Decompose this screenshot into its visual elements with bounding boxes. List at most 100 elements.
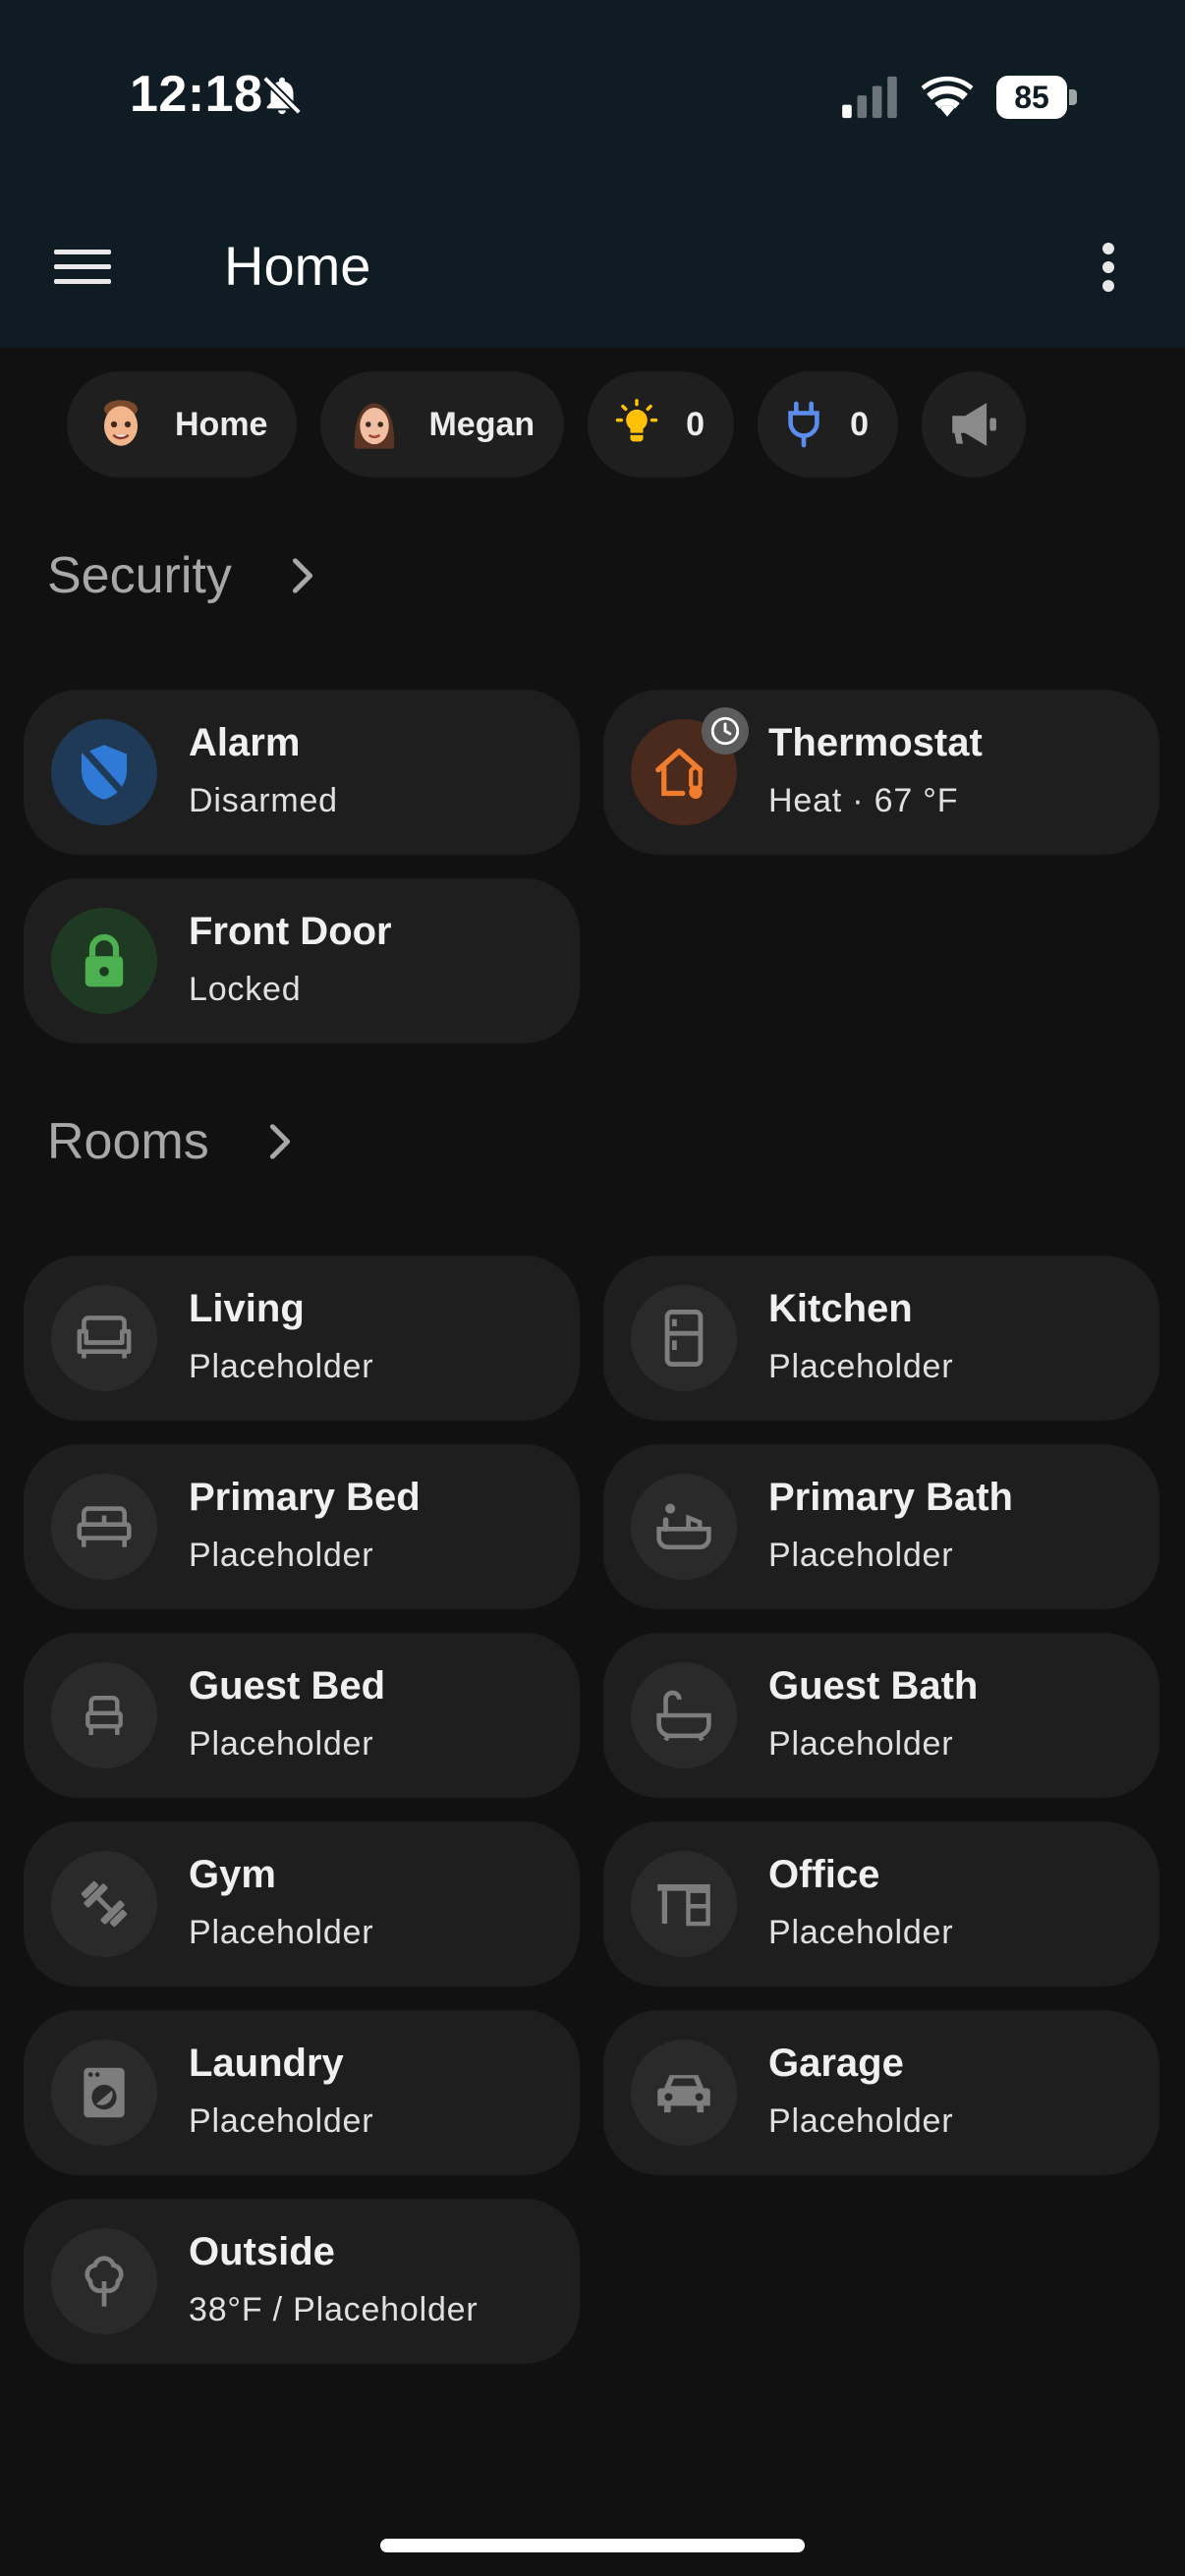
room-card-primary-bath[interactable]: Primary Bath Placeholder bbox=[603, 1444, 1159, 1609]
person-avatar-icon bbox=[344, 394, 406, 455]
lock-icon-wrap bbox=[51, 908, 157, 1014]
lights-count: 0 bbox=[686, 405, 705, 443]
bell-off-icon bbox=[262, 76, 302, 115]
chip-lights[interactable]: 0 bbox=[588, 371, 735, 477]
room-icon-wrap bbox=[51, 2228, 157, 2334]
hamburger-menu-icon bbox=[54, 250, 111, 284]
tree-icon bbox=[85, 2256, 124, 2307]
card-state: Placeholder bbox=[768, 2102, 954, 2140]
room-card-garage[interactable]: Garage Placeholder bbox=[603, 2010, 1159, 2175]
room-card-guest-bed[interactable]: Guest Bed Placeholder bbox=[24, 1633, 580, 1798]
chevron-right-icon bbox=[269, 1124, 290, 1159]
card-name: Living bbox=[189, 1287, 305, 1330]
alarm-card[interactable]: Alarm Disarmed bbox=[24, 690, 580, 855]
more-options-button[interactable] bbox=[1075, 228, 1142, 307]
chip-label: Megan bbox=[428, 405, 536, 443]
battery-level: 85 bbox=[1014, 79, 1049, 115]
room-card-outside[interactable]: Outside 38°F / Placeholder bbox=[24, 2199, 580, 2364]
bed-icon bbox=[77, 1506, 132, 1547]
card-name: Guest Bath bbox=[768, 1664, 979, 1708]
card-name: Front Door bbox=[189, 910, 392, 953]
card-name: Thermostat bbox=[768, 721, 983, 764]
card-state: Placeholder bbox=[189, 2102, 374, 2140]
plug-icon bbox=[788, 401, 819, 448]
bathtub-icon bbox=[656, 1690, 711, 1742]
car-icon bbox=[657, 2075, 710, 2113]
room-icon-wrap bbox=[631, 1285, 737, 1391]
plugs-count: 0 bbox=[850, 405, 869, 443]
card-state: Placeholder bbox=[189, 1348, 374, 1385]
chip-plugs[interactable]: 0 bbox=[758, 371, 898, 477]
room-card-kitchen[interactable]: Kitchen Placeholder bbox=[603, 1256, 1159, 1421]
sofa-icon bbox=[77, 1316, 132, 1359]
security-section-header[interactable]: Security bbox=[47, 546, 314, 605]
bathtub-person-icon bbox=[656, 1503, 711, 1550]
card-name: Alarm bbox=[189, 721, 301, 764]
room-card-gym[interactable]: Gym Placeholder bbox=[24, 1821, 580, 1987]
fridge-icon bbox=[664, 1310, 704, 1367]
room-card-office[interactable]: Office Placeholder bbox=[603, 1821, 1159, 1987]
shield-off-icon bbox=[81, 745, 128, 800]
room-card-living[interactable]: Living Placeholder bbox=[24, 1256, 580, 1421]
room-icon-wrap bbox=[51, 1474, 157, 1580]
schedule-badge bbox=[702, 707, 749, 755]
thermostat-card[interactable]: Thermostat Heat · 67 °F bbox=[603, 690, 1159, 855]
card-state: Placeholder bbox=[768, 1348, 954, 1385]
app-header: 12:18 85 Home bbox=[0, 0, 1185, 348]
lightbulb-icon bbox=[615, 399, 658, 442]
wifi-icon bbox=[921, 76, 974, 117]
card-state: Placeholder bbox=[768, 1725, 954, 1763]
card-state: Placeholder bbox=[768, 1537, 954, 1574]
home-thermometer-icon bbox=[655, 748, 704, 799]
room-icon-wrap bbox=[51, 1662, 157, 1768]
card-state: Locked bbox=[189, 971, 302, 1008]
status-time: 12:18 bbox=[130, 66, 263, 123]
room-icon-wrap bbox=[631, 1662, 737, 1768]
card-name: Primary Bath bbox=[768, 1476, 1013, 1519]
card-name: Office bbox=[768, 1853, 880, 1896]
megaphone-icon bbox=[952, 403, 996, 446]
card-state: Heat · 67 °F bbox=[768, 782, 959, 819]
status-indicators: 85 bbox=[839, 71, 1077, 124]
home-indicator[interactable] bbox=[380, 2539, 805, 2552]
room-icon-wrap bbox=[631, 1474, 737, 1580]
card-name: Garage bbox=[768, 2042, 904, 2085]
section-title: Rooms bbox=[47, 1113, 209, 1170]
room-card-guest-bath[interactable]: Guest Bath Placeholder bbox=[603, 1633, 1159, 1798]
front-door-card[interactable]: Front Door Locked bbox=[24, 878, 580, 1043]
card-name: Guest Bed bbox=[189, 1664, 386, 1708]
room-icon-wrap bbox=[51, 2040, 157, 2146]
bed-single-icon bbox=[85, 1696, 123, 1735]
menu-button[interactable] bbox=[43, 228, 122, 307]
card-state: Placeholder bbox=[768, 1914, 954, 1951]
summary-chips: Home Megan 0 0 bbox=[67, 371, 1026, 477]
card-name: Outside bbox=[189, 2230, 335, 2273]
alarm-icon-wrap bbox=[51, 719, 157, 825]
chevron-right-icon bbox=[292, 558, 312, 593]
card-name: Kitchen bbox=[768, 1287, 913, 1330]
room-icon-wrap bbox=[51, 1285, 157, 1391]
card-state: Placeholder bbox=[189, 1725, 374, 1763]
room-card-laundry[interactable]: Laundry Placeholder bbox=[24, 2010, 580, 2175]
chip-label: Home bbox=[175, 405, 268, 443]
section-title: Security bbox=[47, 547, 232, 604]
card-state: Placeholder bbox=[189, 1537, 374, 1574]
chip-person-megan[interactable]: Megan bbox=[320, 371, 565, 477]
page-title: Home bbox=[224, 235, 371, 297]
person-avatar-icon bbox=[90, 394, 151, 455]
room-icon-wrap bbox=[631, 2040, 737, 2146]
dumbbell-icon bbox=[81, 1880, 128, 1928]
card-state: Disarmed bbox=[189, 782, 338, 819]
card-name: Laundry bbox=[189, 2042, 344, 2085]
card-name: Gym bbox=[189, 1853, 276, 1896]
room-card-primary-bed[interactable]: Primary Bed Placeholder bbox=[24, 1444, 580, 1609]
lock-icon bbox=[85, 933, 124, 987]
washing-machine-icon bbox=[84, 2067, 125, 2118]
more-vertical-icon bbox=[1102, 243, 1114, 292]
desk-icon bbox=[657, 1883, 710, 1927]
cellular-signal-icon bbox=[842, 76, 897, 119]
rooms-section-header[interactable]: Rooms bbox=[47, 1112, 292, 1171]
clock-icon bbox=[710, 716, 740, 746]
chip-announce[interactable] bbox=[922, 371, 1026, 477]
chip-person-home[interactable]: Home bbox=[67, 371, 298, 477]
